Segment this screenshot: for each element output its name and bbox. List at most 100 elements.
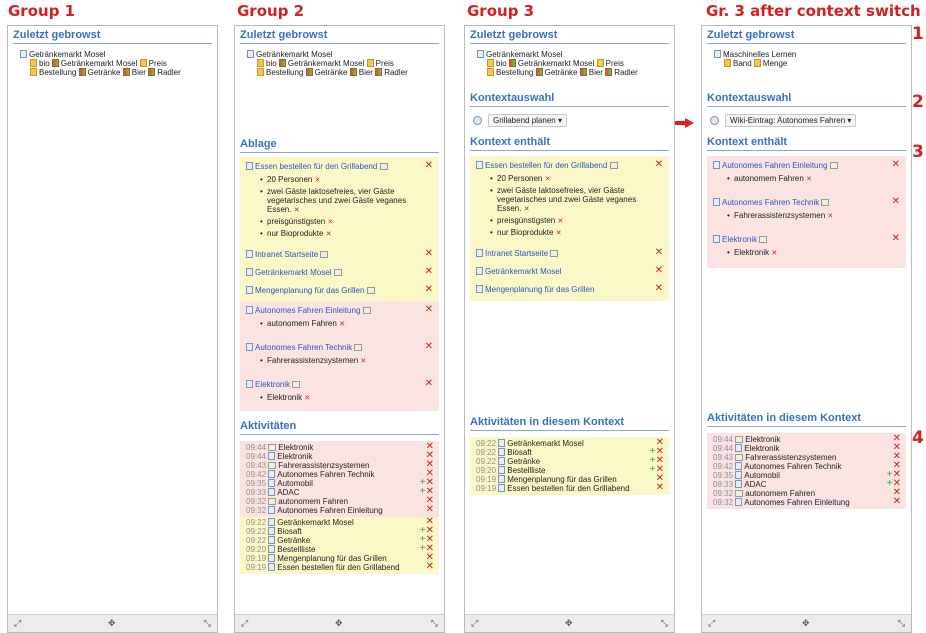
recent-item[interactable]: Bier (359, 68, 373, 77)
close-icon[interactable]: ✕ (893, 496, 901, 507)
edit-icon[interactable] (292, 381, 301, 388)
activity-label[interactable]: Getränkemarkt Mosel (277, 518, 353, 527)
resize-icon[interactable]: ⤡ (431, 618, 438, 629)
activity-label[interactable]: Autonomes Fahren Einleitung (277, 506, 382, 515)
activity-row[interactable]: 09:32 autonomem Fahren ✕ (240, 496, 439, 507)
activity-row[interactable]: 09:19 Essen bestellen für den Grillabend… (240, 561, 439, 573)
link[interactable]: Autonomes Fahren Technik (722, 198, 819, 207)
link[interactable]: Mengenplanung für das Grillen (255, 286, 364, 295)
expand-icon[interactable]: ⤢ (708, 618, 715, 629)
essen-link[interactable]: Essen bestellen für den Grillabend (485, 161, 607, 170)
recent-item[interactable]: Radler (157, 68, 181, 77)
activity-row[interactable]: 09:43 Fahrerassistenzsystemen ✕ (240, 460, 439, 471)
close-icon[interactable]: ✕ (892, 234, 900, 244)
activity-label[interactable]: Autonomes Fahren Einleitung (744, 498, 849, 507)
recent-item[interactable]: Getränkemarkt Mosel (288, 59, 364, 68)
recent-item[interactable]: Menge (763, 59, 787, 68)
close-icon[interactable]: ✕ (655, 284, 663, 294)
recent-item[interactable]: bio (39, 59, 50, 68)
move-icon[interactable]: ✥ (802, 618, 810, 629)
activity-row[interactable]: 09:35 Automobil +✕ (707, 470, 906, 481)
recent-item[interactable]: Preis (149, 59, 167, 68)
resize-icon[interactable]: ⤡ (204, 618, 211, 629)
activity-label[interactable]: Elektronik (278, 443, 313, 452)
link[interactable]: Elektronik (255, 380, 290, 389)
activity-row[interactable]: 09:19 Mengenplanung für das Grillen ✕ (240, 553, 439, 564)
activity-row[interactable]: 09:22 Getränkemarkt Mosel ✕ (470, 438, 669, 449)
expand-icon[interactable]: ⤢ (471, 618, 478, 629)
activity-row[interactable]: 09:33 ADAC +✕ (707, 479, 906, 490)
activity-row[interactable]: 09:35 Automobil +✕ (240, 478, 439, 489)
recent-item[interactable]: Getränke (315, 68, 348, 77)
activity-row[interactable]: 09:22 Biosaft +✕ (240, 526, 439, 537)
edit-icon[interactable] (550, 250, 559, 257)
activity-row[interactable]: 09:43 Fahrerassistenzsystemen ✕ (707, 452, 906, 463)
expand-icon[interactable]: ⤢ (14, 618, 21, 629)
close-icon[interactable]: ✕ (655, 160, 663, 170)
recent-item[interactable]: Getränkemarkt Mosel (256, 50, 332, 59)
recent-item[interactable]: Getränke (545, 68, 578, 77)
essen-link[interactable]: Essen bestellen für den Grillabend (255, 162, 377, 171)
move-icon[interactable]: ✥ (565, 618, 573, 629)
activity-row[interactable]: 09:22 Getränkemarkt Mosel ✕ (240, 517, 439, 528)
activity-row[interactable]: 09:42 Autonomes Fahren Technik ✕ (240, 469, 439, 480)
activity-label[interactable]: Mengenplanung für das Grillen (277, 554, 386, 563)
activity-label[interactable]: Autonomes Fahren Technik (277, 470, 374, 479)
activity-label[interactable]: Elektronik (744, 444, 779, 453)
activity-label[interactable]: ADAC (744, 480, 766, 489)
activity-label[interactable]: Automobil (277, 479, 313, 488)
recent-item[interactable]: bio (496, 59, 507, 68)
link[interactable]: Autonomes Fahren Technik (255, 343, 352, 352)
recent-item[interactable]: Getränkemarkt Mosel (518, 59, 594, 68)
activity-label[interactable]: Biosaft (507, 448, 531, 457)
activity-row[interactable]: 09:33 ADAC +✕ (240, 487, 439, 498)
resize-icon[interactable]: ⤡ (661, 618, 668, 629)
activity-row[interactable]: 09:42 Autonomes Fahren Technik ✕ (707, 461, 906, 472)
context-dropdown[interactable]: Wiki-Eintrag: Autonomes Fahren ▾ (725, 114, 857, 127)
activity-label[interactable]: Essen bestellen für den Grillabend (507, 484, 629, 493)
activity-row[interactable]: 09:22 Biosaft +✕ (470, 447, 669, 458)
activity-row[interactable]: 09:32 Autonomes Fahren Einleitung ✕ (240, 505, 439, 516)
edit-icon[interactable] (379, 163, 388, 170)
recent-item[interactable]: Radler (614, 68, 638, 77)
activity-label[interactable]: autonomem Fahren (278, 497, 348, 506)
link[interactable]: Autonomes Fahren Einleitung (255, 306, 360, 315)
link[interactable]: Mengenplanung für das Grillen (485, 285, 594, 294)
recent-item[interactable]: Getränkemarkt Mosel (29, 50, 105, 59)
close-icon[interactable]: ✕ (425, 267, 433, 277)
edit-icon[interactable] (821, 199, 830, 206)
activity-row[interactable]: 09:22 Getränke +✕ (240, 535, 439, 546)
close-icon[interactable]: ✕ (425, 342, 433, 352)
expand-icon[interactable]: ⤢ (241, 618, 248, 629)
edit-icon[interactable] (354, 344, 363, 351)
close-icon[interactable]: ✕ (892, 160, 900, 170)
activity-row[interactable]: 09:22 Getränke +✕ (470, 456, 669, 467)
recent-item[interactable]: Bier (132, 68, 146, 77)
activity-row[interactable]: 09:44 Elektronik ✕ (240, 451, 439, 462)
activity-label[interactable]: Fahrerassistenzsystemen (745, 453, 836, 462)
activity-row[interactable]: 09:44 Elektronik ✕ (240, 442, 439, 453)
edit-icon[interactable] (759, 236, 768, 243)
activity-row[interactable]: 09:19 Essen bestellen für den Grillabend… (470, 483, 669, 494)
recent-item[interactable]: Preis (376, 59, 394, 68)
close-icon[interactable]: ✕ (425, 249, 433, 259)
edit-icon[interactable] (829, 162, 838, 169)
activity-row[interactable]: 09:44 Elektronik ✕ (707, 443, 906, 454)
close-icon[interactable]: ✕ (425, 305, 433, 315)
activity-label[interactable]: Essen bestellen für den Grillabend (277, 563, 399, 572)
move-icon[interactable]: ✥ (335, 618, 343, 629)
edit-icon[interactable] (366, 287, 375, 294)
activity-label[interactable]: Mengenplanung für das Grillen (507, 475, 616, 484)
recent-item[interactable]: Getränkemarkt Mosel (61, 59, 137, 68)
link[interactable]: Intranet Startseite (485, 249, 548, 258)
activity-label[interactable]: Bestellliste (507, 466, 545, 475)
activity-label[interactable]: Getränkemarkt Mosel (507, 439, 583, 448)
activity-row[interactable]: 09:32 Autonomes Fahren Einleitung ✕ (707, 496, 906, 508)
close-icon[interactable]: ✕ (426, 561, 434, 572)
link[interactable]: Intranet Startseite (255, 250, 318, 259)
link[interactable]: Elektronik (722, 235, 757, 244)
recent-item[interactable]: Bier (589, 68, 603, 77)
move-icon[interactable]: ✥ (108, 618, 116, 629)
activity-row[interactable]: 09:32 autonomem Fahren ✕ (707, 488, 906, 499)
recent-item[interactable]: Maschinelles Lernen (723, 50, 796, 59)
